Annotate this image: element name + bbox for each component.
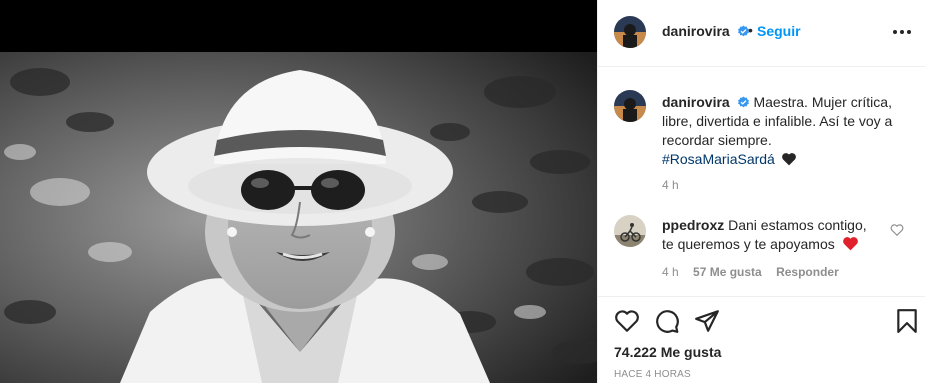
caption-timestamp[interactable]: 4 h [662,178,679,192]
like-small-icon[interactable] [890,223,904,237]
follow-button[interactable]: Seguir [757,23,801,39]
author-username[interactable]: danirovira [662,23,750,39]
post-actions: 74.222 Me gusta HACE 4 HORAS [598,296,925,383]
heart-icon[interactable] [614,308,640,334]
caption-hashtag[interactable]: #RosaMariaSardá [662,151,775,167]
reply-button[interactable]: Responder [776,265,839,279]
comment-text-block: ppedroxz Dani estamos contigo, te querem… [662,216,876,254]
author-username-text[interactable]: danirovira [662,23,730,39]
share-icon[interactable] [694,308,720,334]
more-dot-2 [900,30,904,34]
commenter-username[interactable]: ppedroxz [662,217,724,233]
author-avatar[interactable] [614,16,646,48]
comment-timestamp[interactable]: 4 h [662,265,679,279]
caption-author-avatar[interactable] [614,90,646,122]
caption-text-block: danirovira Maestra. Mujer crítica, libre… [662,93,912,169]
post-media [0,0,597,383]
comment-icon[interactable] [654,308,680,334]
verified-badge-icon [737,96,749,108]
more-dot-3 [907,30,911,34]
commenter-avatar[interactable] [614,215,646,247]
comment-meta: 4 h 57 Me gusta Responder [662,265,850,279]
header-separator: • [748,22,753,38]
comment-likes[interactable]: 57 Me gusta [693,265,762,279]
post-side-panel: danirovira • Seguir danirovira Maestra. … [597,0,925,383]
more-options-icon[interactable] [890,20,914,44]
black-heart-icon [781,153,796,166]
post-header: danirovira • Seguir [598,0,925,67]
post-time-ago[interactable]: HACE 4 HORAS [614,369,691,380]
likes-count[interactable]: 74.222 Me gusta [614,344,721,360]
post-photo[interactable] [0,52,597,383]
caption-author-username[interactable]: danirovira [662,94,730,110]
more-dot-1 [893,30,897,34]
bookmark-icon[interactable] [894,308,920,334]
red-heart-icon [842,237,858,251]
